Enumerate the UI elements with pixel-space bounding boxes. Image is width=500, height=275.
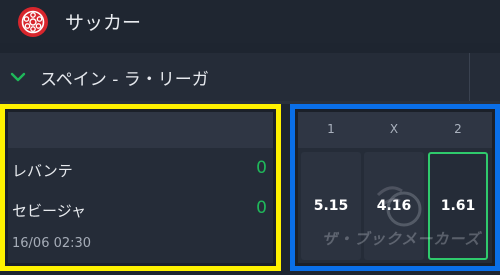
odds-header: 1 X 2 — [298, 112, 492, 148]
watermark-ball-icon — [376, 186, 422, 227]
chevron-down-icon[interactable] — [9, 68, 27, 86]
match-card[interactable]: レバンテ 0 セビージャ 0 16/06 02:30 — [8, 112, 273, 263]
watermark-text: ザ・ブックメーカーズ — [322, 230, 481, 248]
sport-title: サッカー — [65, 12, 142, 34]
match-time: 16/06 02:30 — [12, 236, 92, 251]
away-team-name: セビージャ — [12, 202, 86, 220]
match-card-header — [8, 112, 273, 148]
soccer-ball-icon — [18, 6, 48, 37]
odds-label-away: 2 — [454, 122, 462, 136]
odds-label-draw: X — [389, 122, 399, 136]
home-team-name: レバンテ — [12, 162, 73, 180]
away-team-score: 0 — [256, 198, 267, 218]
odds-label-home: 1 — [327, 122, 335, 136]
league-row[interactable]: スペイン - ラ・リーガ — [0, 53, 500, 101]
sport-header: サッカー — [0, 0, 500, 43]
league-divider — [469, 53, 470, 101]
match-info-highlight: レバンテ 0 セビージャ 0 16/06 02:30 — [0, 104, 281, 271]
league-name: スペイン - ラ・リーガ — [40, 69, 209, 90]
home-team-score: 0 — [256, 158, 267, 178]
